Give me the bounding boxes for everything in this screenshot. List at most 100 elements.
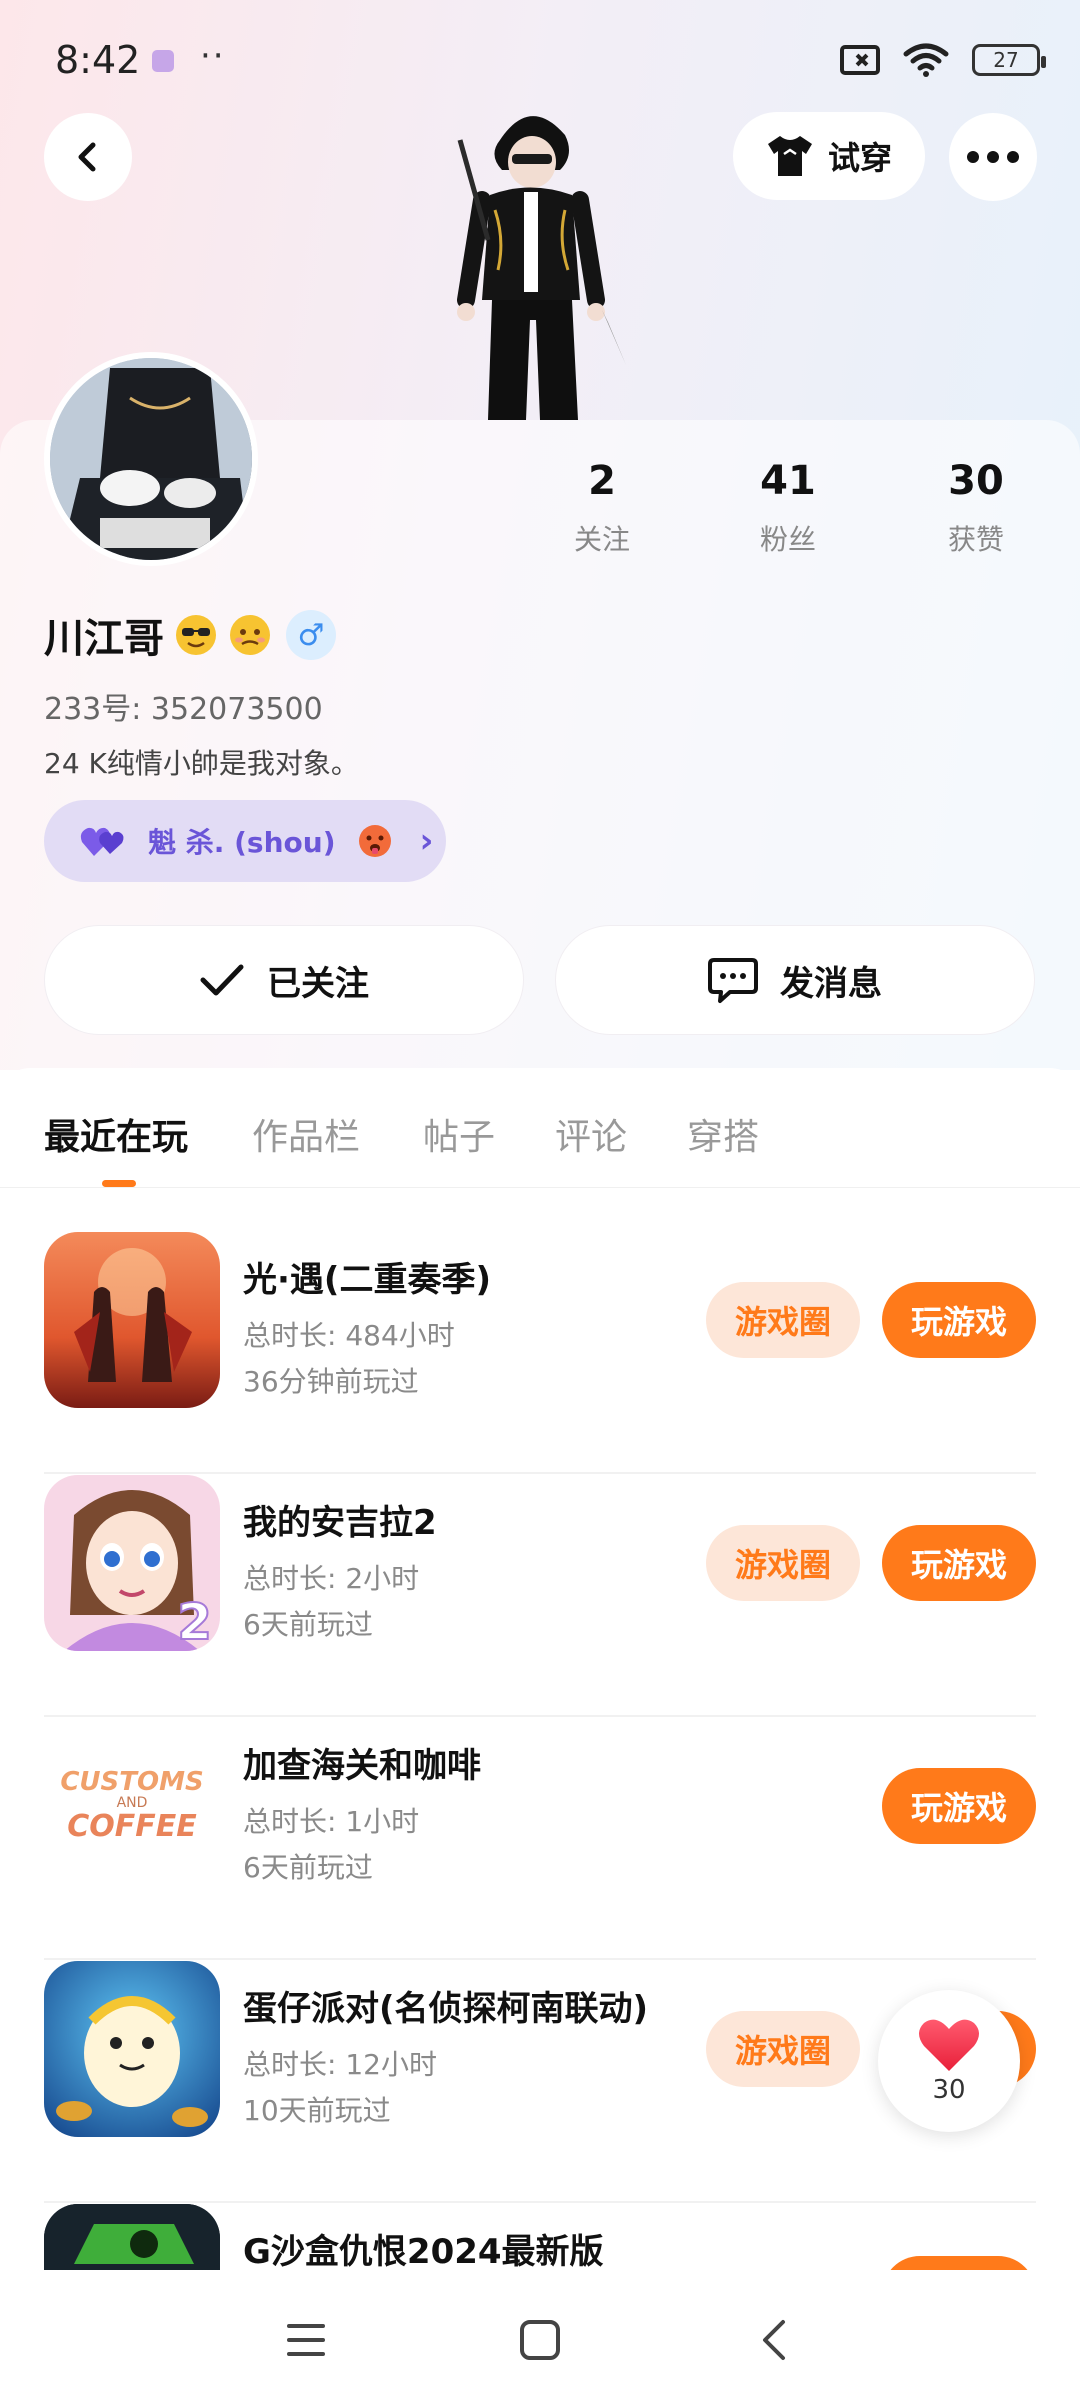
game-playtime: 总时长: 484小时 <box>243 1319 455 1352</box>
divider <box>44 1472 1036 1474</box>
game-title: 蛋仔派对(名侦探柯南联动) <box>243 1989 649 2029</box>
game-title: 我的安吉拉2 <box>243 1503 437 1543</box>
game-icon-angela[interactable]: 2 <box>44 1475 220 1651</box>
cp-label: 魁 杀. (shou) <box>148 826 336 859</box>
play-game-button[interactable] <box>882 2256 1036 2270</box>
more-dots-icon <box>967 151 1019 163</box>
game-circle-button[interactable]: 游戏圈 <box>706 1525 860 1601</box>
profile-page: 8:42 ·· 27 试穿 2 关注 41 粉丝 30 获赞 川江哥 ♂ 233… <box>0 0 1080 2400</box>
tab-works[interactable]: 作品栏 <box>252 1108 360 1160</box>
checkmark-icon <box>200 964 244 996</box>
game-item-sandbox[interactable]: G沙盒仇恨2024最新版 <box>0 2204 1080 2270</box>
likes-label: 获赞 <box>947 523 1004 556</box>
divider <box>44 1958 1036 1960</box>
avatar-3d-figure[interactable] <box>430 100 630 420</box>
sunglasses-emoji-icon <box>176 615 216 655</box>
followed-button[interactable]: 已关注 <box>44 925 524 1035</box>
game-last-played: 36分钟前玩过 <box>243 1365 419 1398</box>
status-time: 8:42 <box>55 38 141 82</box>
avatar-picture <box>50 358 252 560</box>
notification-app-icon <box>152 50 174 72</box>
name-row: 川江哥 ♂ <box>44 606 336 664</box>
play-game-button[interactable]: 玩游戏 <box>882 1768 1036 1844</box>
game-last-played: 6天前玩过 <box>243 1851 373 1884</box>
active-tab-indicator <box>102 1180 136 1187</box>
followers-count: 41 <box>760 458 816 504</box>
recent-apps-button[interactable] <box>276 2310 336 2370</box>
tab-posts[interactable]: 帖子 <box>423 1108 495 1160</box>
stat-followers[interactable]: 41 粉丝 <box>718 458 858 558</box>
game-circle-button[interactable]: 游戏圈 <box>706 2011 860 2087</box>
game-title: G沙盒仇恨2024最新版 <box>243 2232 604 2270</box>
chevron-right-icon: › <box>419 821 434 861</box>
chat-bubble-icon <box>708 958 758 1003</box>
hot-face-emoji-icon <box>358 825 391 857</box>
no-sim-icon <box>840 45 880 75</box>
followed-label: 已关注 <box>267 963 369 1004</box>
back-button[interactable] <box>44 113 132 201</box>
game-title: 光·遇(二重奏季) <box>243 1260 491 1300</box>
game-item-angela[interactable]: 2 我的安吉拉2 总时长: 2小时 6天前玩过 游戏圈 玩游戏 <box>0 1475 1080 1717</box>
gender-male-icon: ♂ <box>286 610 336 660</box>
game-icon-customs-coffee[interactable]: CUSTOMS AND COFFEE <box>44 1718 220 1894</box>
game-item-customs-coffee[interactable]: CUSTOMS AND COFFEE 加查海关和咖啡 总时长: 1小时 6天前玩… <box>0 1718 1080 1960</box>
tab-outfits[interactable]: 穿搭 <box>687 1108 759 1160</box>
following-count: 2 <box>588 458 616 504</box>
following-label: 关注 <box>573 523 630 556</box>
game-logo-text-line1: CUSTOMS <box>60 1767 204 1797</box>
profile-avatar[interactable] <box>44 352 258 566</box>
status-indicators: 27 <box>840 42 1046 78</box>
game-playtime: 总时长: 2小时 <box>243 1562 420 1595</box>
game-logo-text-line3: COFFEE <box>67 1809 197 1844</box>
status-more-dots: ·· <box>200 36 226 76</box>
game-title: 加查海关和咖啡 <box>243 1746 481 1786</box>
menu-icon <box>287 2324 325 2356</box>
double-heart-icon <box>80 827 124 856</box>
chevron-left-icon <box>78 142 96 172</box>
game-icon-sandbox[interactable] <box>44 2204 220 2270</box>
shirt-icon <box>767 136 812 176</box>
user-bio: 24 K纯情小帥是我对象。 <box>44 747 359 780</box>
home-button[interactable] <box>510 2310 570 2370</box>
like-count: 30 <box>932 2075 966 2105</box>
pleading-emoji-icon <box>230 615 270 655</box>
user-name: 川江哥 <box>44 616 164 662</box>
system-back-button[interactable] <box>744 2310 804 2370</box>
send-message-button[interactable]: 发消息 <box>555 925 1035 1035</box>
likes-count: 30 <box>948 458 1004 504</box>
triangle-back-icon <box>763 2320 785 2360</box>
square-home-icon <box>520 2320 560 2360</box>
game-circle-button[interactable]: 游戏圈 <box>706 1282 860 1358</box>
heart-icon <box>919 2019 979 2071</box>
try-on-button[interactable]: 试穿 <box>733 112 925 200</box>
like-button[interactable]: 30 <box>878 1990 1020 2132</box>
game-item-sky[interactable]: 光·遇(二重奏季) 总时长: 484小时 36分钟前玩过 游戏圈 玩游戏 <box>0 1232 1080 1474</box>
stat-likes[interactable]: 30 获赞 <box>906 458 1046 558</box>
user-id: 233号: 352073500 <box>44 692 323 727</box>
game-icon-eggy-party[interactable] <box>44 1961 220 2137</box>
battery-indicator: 27 <box>972 44 1046 76</box>
followers-label: 粉丝 <box>759 523 816 556</box>
divider <box>44 2201 1036 2203</box>
game-icon-badge: 2 <box>176 1592 213 1651</box>
tab-comments[interactable]: 评论 <box>555 1108 627 1160</box>
stat-following[interactable]: 2 关注 <box>532 458 672 558</box>
game-icon-sky[interactable] <box>44 1232 220 1408</box>
game-last-played: 10天前玩过 <box>243 2094 391 2127</box>
wifi-icon <box>903 43 949 77</box>
try-on-label: 试穿 <box>827 139 892 177</box>
play-game-button[interactable]: 玩游戏 <box>882 1525 1036 1601</box>
send-message-label: 发消息 <box>780 963 882 1004</box>
game-playtime: 总时长: 1小时 <box>243 1805 420 1838</box>
content-tabs: 最近在玩 作品栏 帖子 评论 穿搭 <box>0 1068 1080 1188</box>
system-navigation-bar <box>0 2270 1080 2400</box>
more-options-button[interactable] <box>949 113 1037 201</box>
tab-recently-played[interactable]: 最近在玩 <box>44 1108 188 1160</box>
avatar-image <box>50 358 252 560</box>
cp-relationship-chip[interactable]: 魁 杀. (shou) › <box>44 800 446 882</box>
divider <box>44 1715 1036 1717</box>
game-playtime: 总时长: 12小时 <box>243 2048 437 2081</box>
status-bar: 8:42 ·· 27 <box>0 0 1080 110</box>
game-last-played: 6天前玩过 <box>243 1608 373 1641</box>
play-game-button[interactable]: 玩游戏 <box>882 1282 1036 1358</box>
